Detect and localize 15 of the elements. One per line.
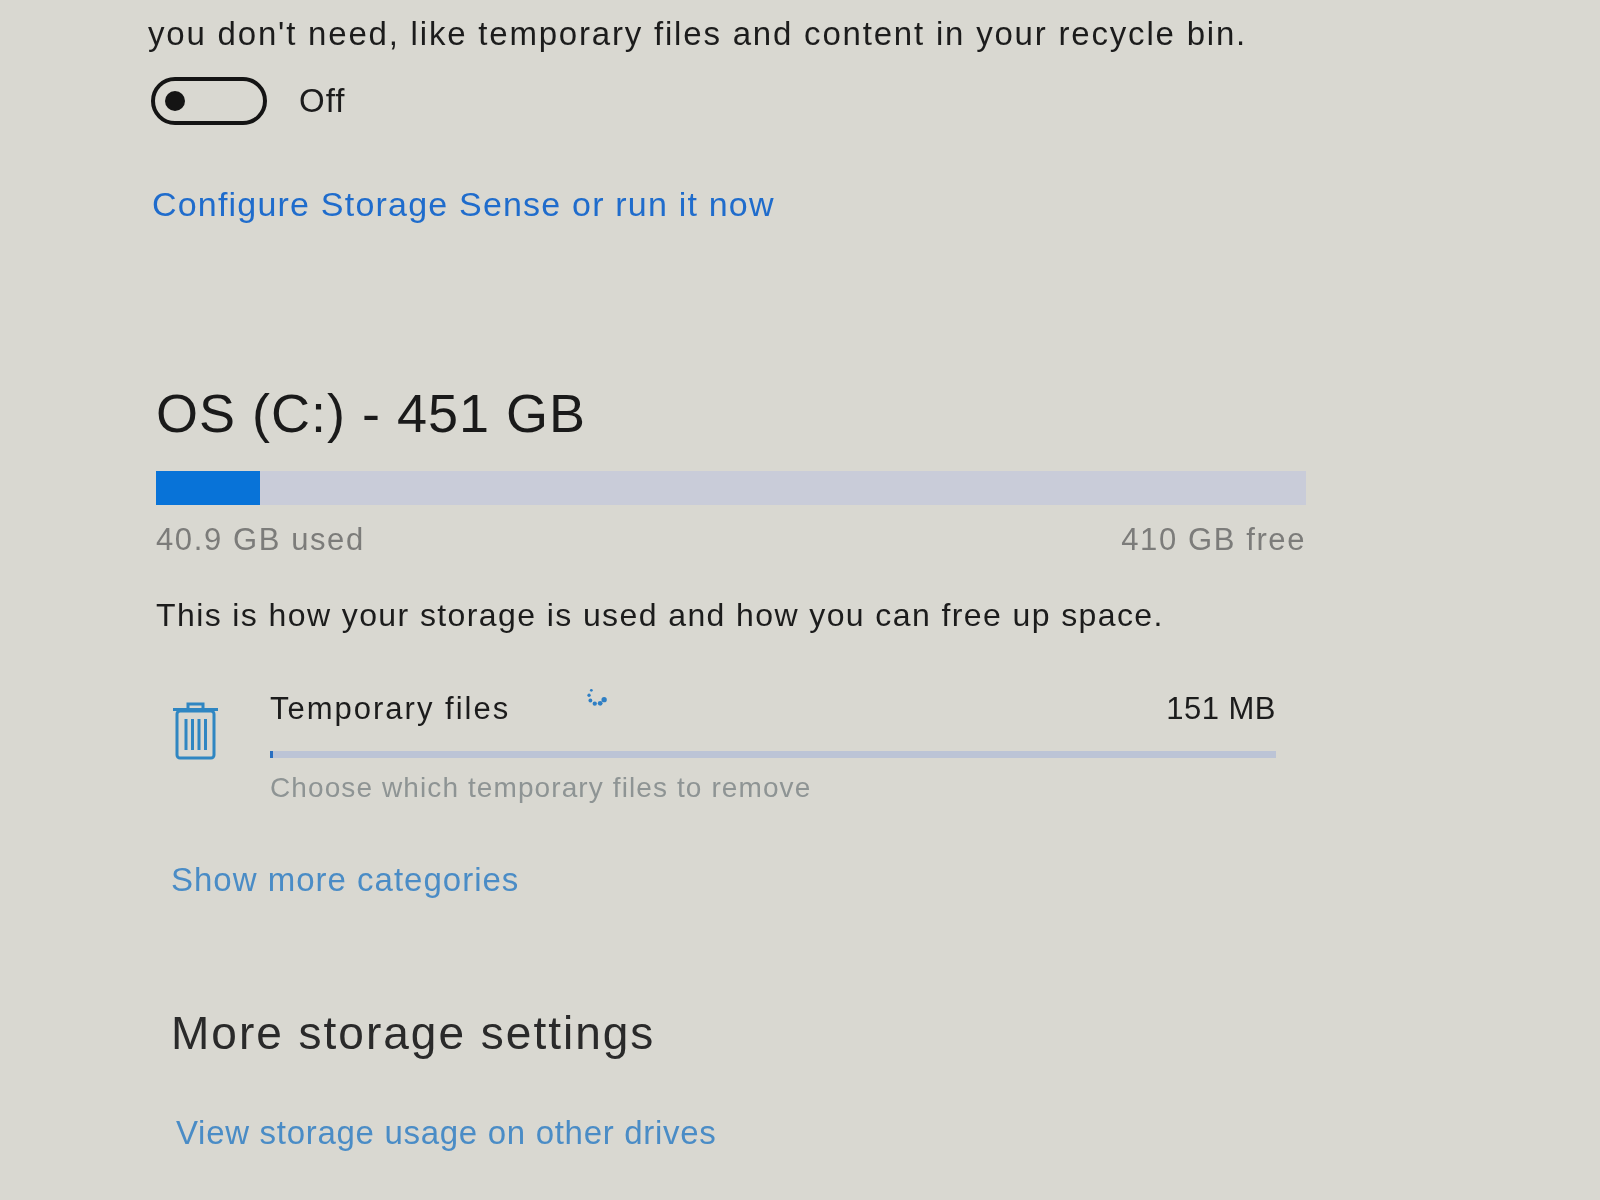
show-more-categories-link[interactable]: Show more categories	[171, 860, 520, 900]
free-space-label: 410 GB free	[1121, 522, 1306, 558]
storage-sense-toggle[interactable]	[151, 77, 267, 125]
toggle-state-label: Off	[299, 81, 346, 121]
category-size: 151 MB	[1166, 691, 1276, 727]
storage-sense-description: you don't need, like temporary files and content in your recycle bin.	[148, 14, 1248, 54]
view-other-drives-link[interactable]: View storage usage on other drives	[176, 1113, 717, 1153]
trash-icon	[171, 702, 220, 760]
more-storage-settings-heading: More storage settings	[171, 1007, 656, 1059]
category-name[interactable]: Temporary files	[270, 691, 511, 727]
used-space-label: 40.9 GB used	[156, 522, 365, 558]
configure-storage-sense-link[interactable]: Configure Storage Sense or run it now	[152, 184, 775, 224]
drive-title: OS (C:) - 451 GB	[156, 383, 588, 443]
storage-usage-intro: This is how your storage is used and how you can free up space.	[156, 596, 1165, 635]
category-hint-link[interactable]: Choose which temporary files to remove	[270, 772, 1276, 804]
